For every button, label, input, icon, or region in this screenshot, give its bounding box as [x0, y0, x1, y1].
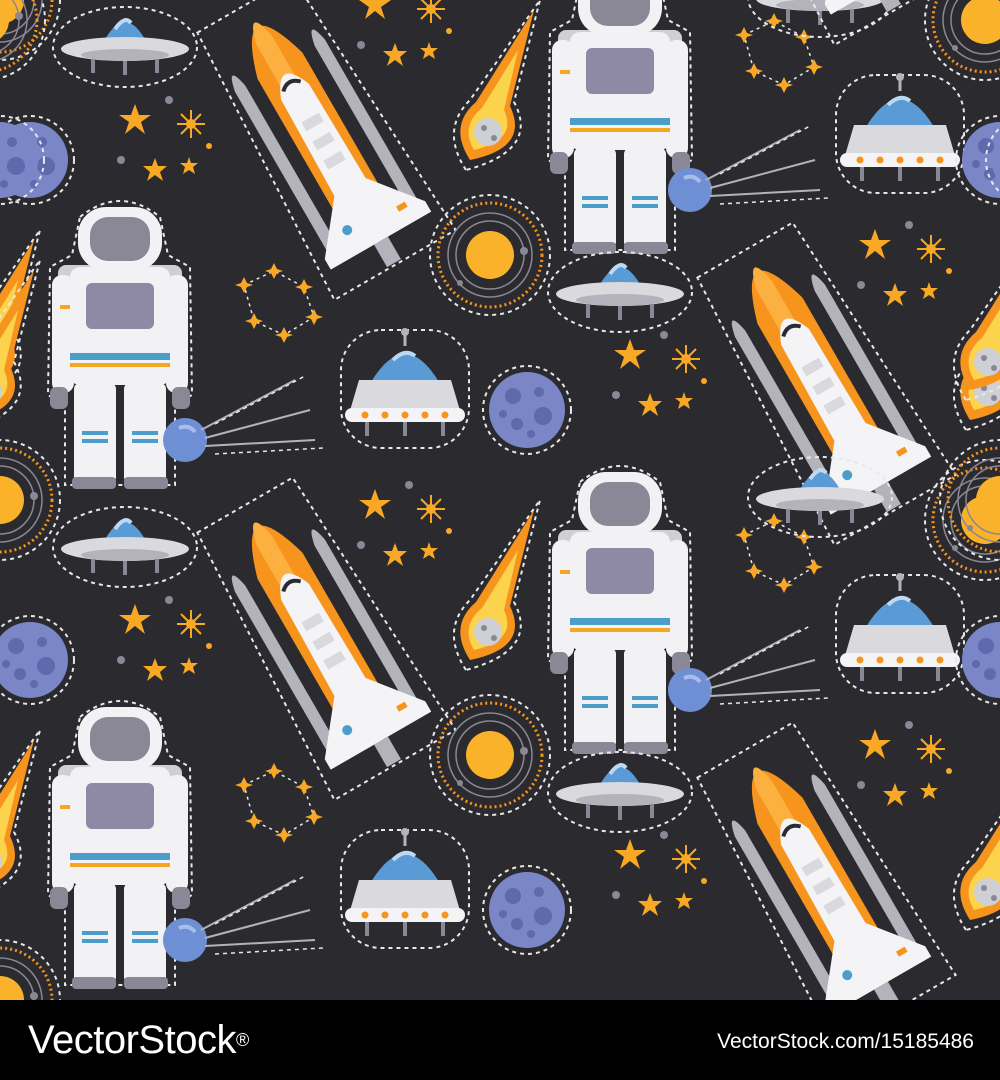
image-url: VectorStock.com/15185486: [717, 1030, 974, 1053]
logo-registered-mark: ®: [235, 1030, 249, 1050]
logo-text: VectorStock: [28, 1018, 236, 1062]
vectorstock-logo: VectorStock®: [28, 1018, 249, 1062]
space-pattern-illustration: [0, 0, 1000, 1000]
space-pattern-canvas: [0, 0, 1000, 1000]
watermark-footer: VectorStock® VectorStock.com/15185486: [0, 1000, 1000, 1080]
